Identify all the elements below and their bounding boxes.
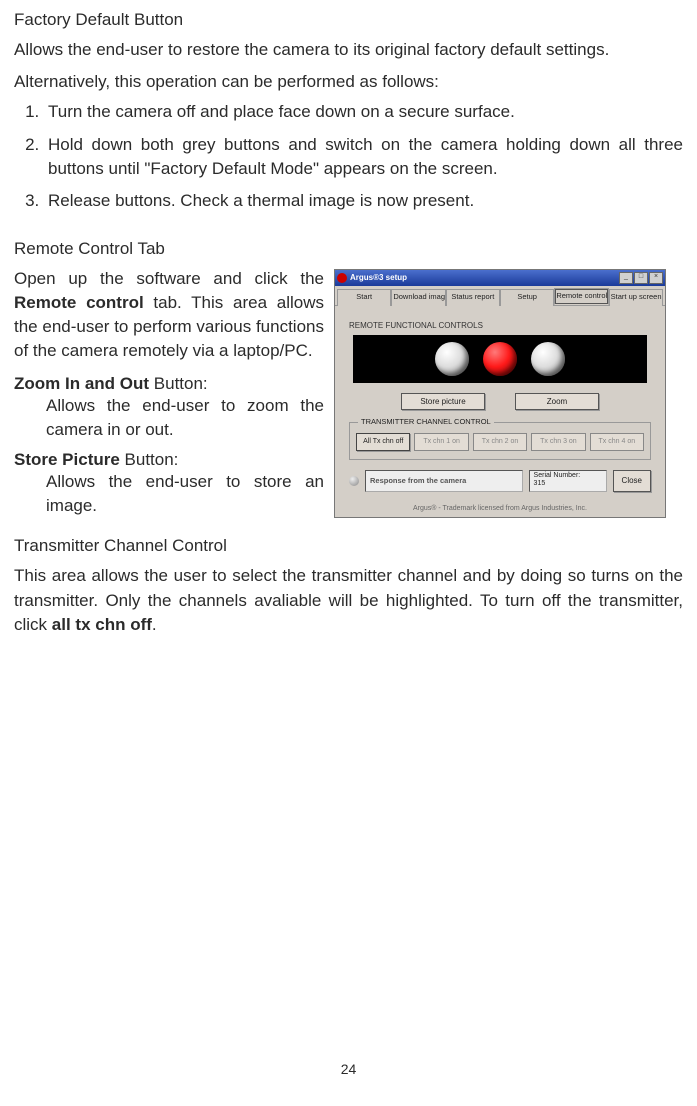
bold-all-tx-chn-off: all tx chn off [52,615,152,634]
factory-default-intro-2: Alternatively, this operation can be per… [14,70,683,94]
tab-start[interactable]: Start [337,289,391,306]
grey-button-right-icon[interactable] [531,342,565,376]
red-button-icon[interactable] [483,342,517,376]
trademark-text: Argus® - Trademark licensed from Argus I… [335,500,665,517]
bold-remote-control: Remote control [14,293,144,312]
heading-transmitter: Transmitter Channel Control [14,534,683,558]
groupbox-legend: TRANSMITTER CHANNEL CONTROL [358,417,494,428]
heading-factory-default: Factory Default Button [14,8,683,32]
tab-setup[interactable]: Setup [500,289,554,306]
serial-number-box: Serial Number: 315 [529,470,607,491]
response-box: Response from the camera [365,470,523,491]
factory-default-intro: Allows the end-user to restore the camer… [14,38,683,62]
tx-chn-4-button[interactable]: Tx chn 4 on [590,433,644,451]
left-text-column: Open up the software and click the Remot… [14,267,324,524]
def-term-zoom: Zoom In and Out Button: [14,372,324,396]
tx-chn-2-button[interactable]: Tx chn 2 on [473,433,527,451]
tab-start-up-screen[interactable]: Start up screen [609,289,663,306]
text: . [152,615,157,634]
text: Button: [120,450,179,469]
tx-chn-1-button[interactable]: Tx chn 1 on [414,433,468,451]
text: Open up the software and click the [14,269,324,288]
transmitter-paragraph: This area allows the user to select the … [14,564,683,636]
tx-chn-3-button[interactable]: Tx chn 3 on [531,433,585,451]
grey-button-left-icon[interactable] [435,342,469,376]
steps-list: Turn the camera off and place face down … [14,100,683,213]
def-body-store: Allows the end-user to store an image. [46,470,324,518]
section-label-remote: REMOTE FUNCTIONAL CONTROLS [349,320,655,331]
app-icon [337,273,347,283]
step-item: Turn the camera off and place face down … [44,100,683,124]
titlebar: Argus®3 setup _ □ × [335,270,665,286]
serial-value: 315 [534,480,602,488]
tab-status-report[interactable]: Status report [446,289,500,306]
zoom-button[interactable]: Zoom [515,393,599,410]
text: Button: [149,374,208,393]
embedded-screenshot: Argus®3 setup _ □ × Start Download image… [334,269,683,518]
close-button[interactable]: Close [613,470,651,491]
panel-body: REMOTE FUNCTIONAL CONTROLS Store picture… [335,306,665,500]
maximize-button[interactable]: □ [634,272,648,284]
all-tx-chn-off-button[interactable]: All Tx chn off [356,433,410,451]
status-dot-icon [349,476,359,486]
heading-remote-control-tab: Remote Control Tab [14,237,683,261]
def-body-zoom: Allows the end-user to zoom the camera i… [46,394,324,442]
step-item: Release buttons. Check a thermal image i… [44,189,683,213]
close-window-button[interactable]: × [649,272,663,284]
page-number: 24 [0,1060,697,1080]
tab-download-image[interactable]: Download image [391,289,445,306]
def-term-store: Store Picture Button: [14,448,324,472]
bold: Zoom In and Out [14,374,149,393]
step-item: Hold down both grey buttons and switch o… [44,133,683,181]
bold: Store Picture [14,450,120,469]
remote-control-paragraph: Open up the software and click the Remot… [14,267,324,364]
tab-bar: Start Download image Status report Setup… [335,286,665,306]
store-picture-button[interactable]: Store picture [401,393,485,410]
tab-remote-control[interactable]: Remote control [554,288,608,305]
serial-label: Serial Number: [534,472,602,480]
text: Allows the end-user to restore the camer… [14,40,609,59]
app-window: Argus®3 setup _ □ × Start Download image… [334,269,666,518]
minimize-button[interactable]: _ [619,272,633,284]
transmitter-groupbox: TRANSMITTER CHANNEL CONTROL All Tx chn o… [349,422,651,460]
window-title: Argus®3 setup [350,272,616,283]
circles-box [353,335,647,383]
